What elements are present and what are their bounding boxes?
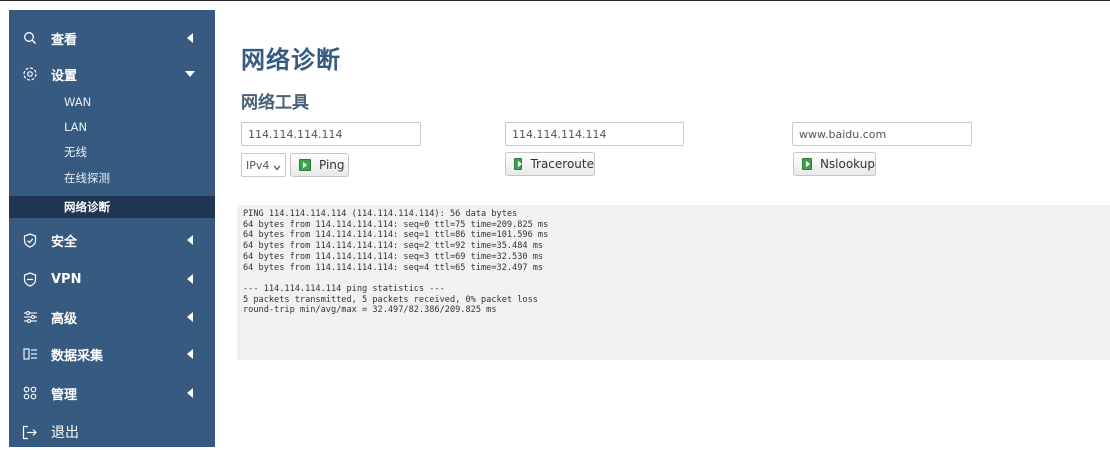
nslookup-button-label: Nslookup xyxy=(819,157,875,171)
shield-check-icon xyxy=(21,231,39,249)
sidebar: 查看 设置 WAN LAN 无线 在线探测 网络诊断 安全 VPN 高级 数据采… xyxy=(9,10,215,447)
sidebar-item-label: 设置 xyxy=(51,68,78,84)
sidebar-item-label: 退出 xyxy=(51,425,79,441)
sidebar-item-settings[interactable]: 设置 xyxy=(9,56,215,92)
sidebar-item-vpn[interactable]: VPN xyxy=(9,261,215,297)
sidebar-item-label: 安全 xyxy=(51,234,78,250)
vpn-shield-icon xyxy=(21,270,39,288)
search-icon xyxy=(21,29,39,47)
sidebar-subitem-label: WAN xyxy=(64,95,92,109)
top-border xyxy=(0,0,1110,1)
sidebar-subitem-network-diagnosis[interactable]: 网络诊断 xyxy=(9,196,215,218)
sidebar-subitem-wan[interactable]: WAN xyxy=(9,91,215,113)
sidebar-item-view[interactable]: 查看 xyxy=(9,20,215,56)
sidebar-item-label: VPN xyxy=(51,271,82,287)
sidebar-subitem-label: 在线探测 xyxy=(64,171,110,185)
play-icon xyxy=(514,158,523,170)
sidebar-subitem-label: 网络诊断 xyxy=(64,200,110,214)
sidebar-item-advanced[interactable]: 高级 xyxy=(9,299,215,335)
diagnostic-output: PING 114.114.114.114 (114.114.114.114): … xyxy=(237,205,1110,360)
grid-icon xyxy=(21,384,39,402)
sidebar-item-security[interactable]: 安全 xyxy=(9,222,215,258)
caret-left-icon xyxy=(185,348,195,360)
ping-button-label: Ping xyxy=(319,158,345,172)
sidebar-subitem-label: 无线 xyxy=(64,145,87,159)
caret-left-icon xyxy=(185,273,195,285)
logout-icon xyxy=(21,423,39,441)
traceroute-button[interactable]: Traceroute xyxy=(505,152,595,176)
caret-left-icon xyxy=(185,234,195,246)
caret-left-icon xyxy=(185,311,195,323)
caret-left-icon xyxy=(185,32,195,44)
chevron-down-icon xyxy=(273,161,281,174)
caret-left-icon xyxy=(185,387,195,399)
traceroute-button-label: Traceroute xyxy=(530,157,594,171)
sidebar-subitem-online-detection[interactable]: 在线探测 xyxy=(9,167,215,189)
sidebar-item-logout[interactable]: 退出 xyxy=(9,414,215,450)
page-title: 网络诊断 xyxy=(241,46,341,74)
section-title: 网络工具 xyxy=(241,93,309,113)
play-icon xyxy=(299,159,311,171)
ping-button[interactable]: Ping xyxy=(290,153,349,177)
nslookup-host-input[interactable] xyxy=(792,122,972,146)
play-icon xyxy=(802,158,812,170)
sidebar-subitem-wireless[interactable]: 无线 xyxy=(9,141,215,163)
caret-down-icon xyxy=(185,68,195,80)
sidebar-item-label: 数据采集 xyxy=(51,348,104,364)
sidebar-subitem-label: LAN xyxy=(64,120,88,134)
sidebar-item-management[interactable]: 管理 xyxy=(9,375,215,411)
gear-icon xyxy=(21,65,39,83)
data-collect-icon xyxy=(21,345,39,363)
nslookup-button[interactable]: Nslookup xyxy=(793,152,876,176)
sidebar-item-label: 查看 xyxy=(51,32,78,48)
sidebar-subitem-lan[interactable]: LAN xyxy=(9,116,215,138)
traceroute-host-input[interactable] xyxy=(505,122,684,146)
ip-version-value: IPv4 xyxy=(246,158,270,172)
sidebar-item-label: 高级 xyxy=(51,311,78,327)
ping-host-input[interactable] xyxy=(241,122,421,146)
sidebar-item-data-collection[interactable]: 数据采集 xyxy=(9,336,215,372)
ip-version-select[interactable]: IPv4 xyxy=(241,153,286,177)
sliders-icon xyxy=(21,308,39,326)
sidebar-item-label: 管理 xyxy=(51,387,78,403)
